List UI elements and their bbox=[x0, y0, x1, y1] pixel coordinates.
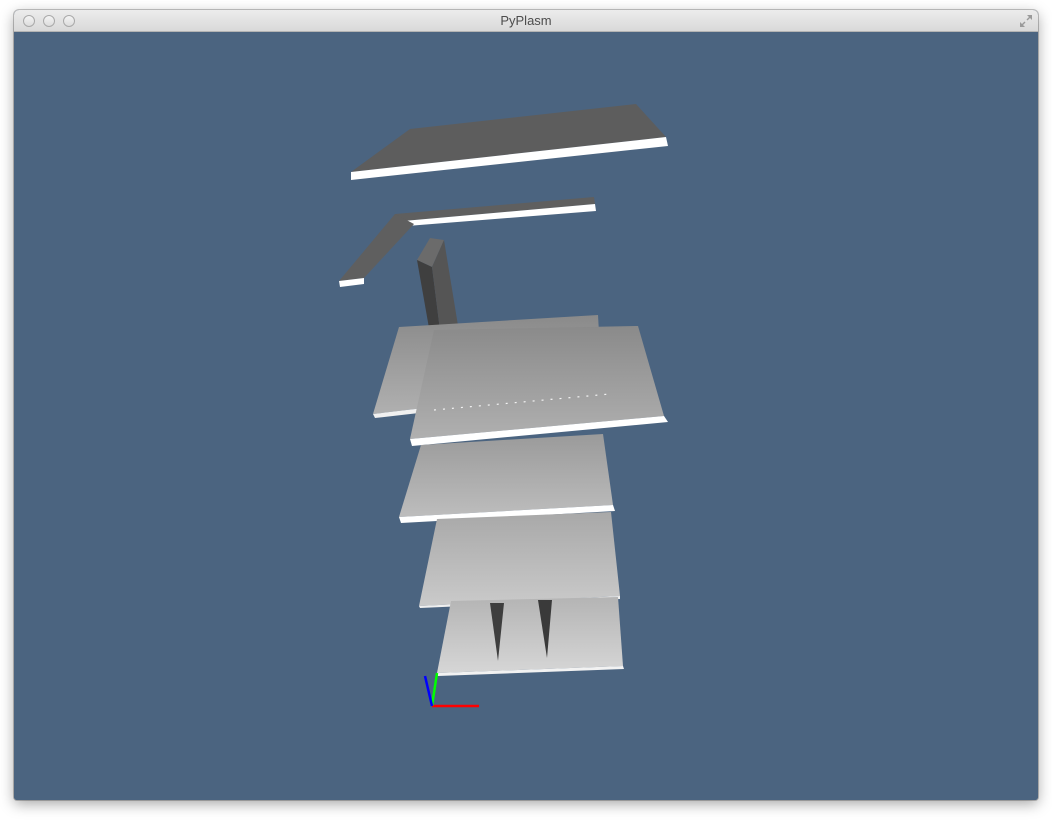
upper-l-slab bbox=[339, 197, 596, 287]
pyplasm-window: PyPlasm bbox=[14, 10, 1038, 800]
axis-gizmo bbox=[423, 672, 479, 708]
roof-slab bbox=[351, 104, 668, 180]
3d-viewport[interactable] bbox=[14, 32, 1038, 800]
middle-slab bbox=[373, 315, 668, 446]
slab-level-2 bbox=[419, 512, 620, 608]
title-bar[interactable]: PyPlasm bbox=[14, 10, 1038, 32]
window-title: PyPlasm bbox=[500, 13, 552, 28]
fullscreen-arrows-icon[interactable] bbox=[1018, 13, 1034, 29]
slab-level-3 bbox=[399, 434, 615, 523]
ground-slab bbox=[437, 597, 624, 676]
scene-canvas bbox=[339, 104, 668, 708]
